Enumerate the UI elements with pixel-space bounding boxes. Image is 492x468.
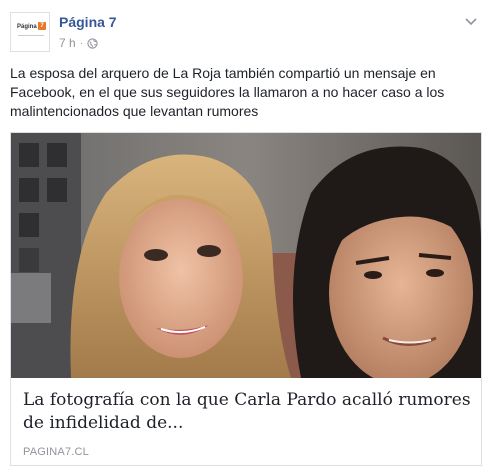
link-domain: PAGINA7.CL — [23, 446, 89, 458]
post-card: Página 7 Página 7 7 h · La esposa del ar… — [0, 0, 492, 468]
post-meta: 7 h · — [59, 36, 98, 50]
link-info[interactable]: La fotografía con la que Carla Pardo aca… — [11, 378, 481, 465]
page-name-link[interactable]: Página 7 — [59, 14, 117, 30]
meta-separator: · — [79, 37, 84, 49]
avatar-logo-text: Página — [17, 24, 37, 30]
avatar-logo-line — [18, 35, 44, 36]
post-header: Página 7 Página 7 7 h · — [10, 12, 482, 56]
link-attachment[interactable]: La fotografía con la que Carla Pardo aca… — [10, 132, 482, 466]
avatar[interactable]: Página 7 — [10, 12, 50, 52]
chevron-down-icon[interactable] — [464, 14, 478, 28]
link-photo[interactable] — [11, 133, 481, 378]
link-title[interactable]: La fotografía con la que Carla Pardo aca… — [23, 389, 473, 435]
avatar-logo-badge: 7 — [38, 22, 46, 30]
globe-icon[interactable] — [87, 37, 98, 49]
post-timestamp[interactable]: 7 h — [59, 36, 76, 50]
post-message: La esposa del arquero de La Roja también… — [10, 65, 445, 119]
